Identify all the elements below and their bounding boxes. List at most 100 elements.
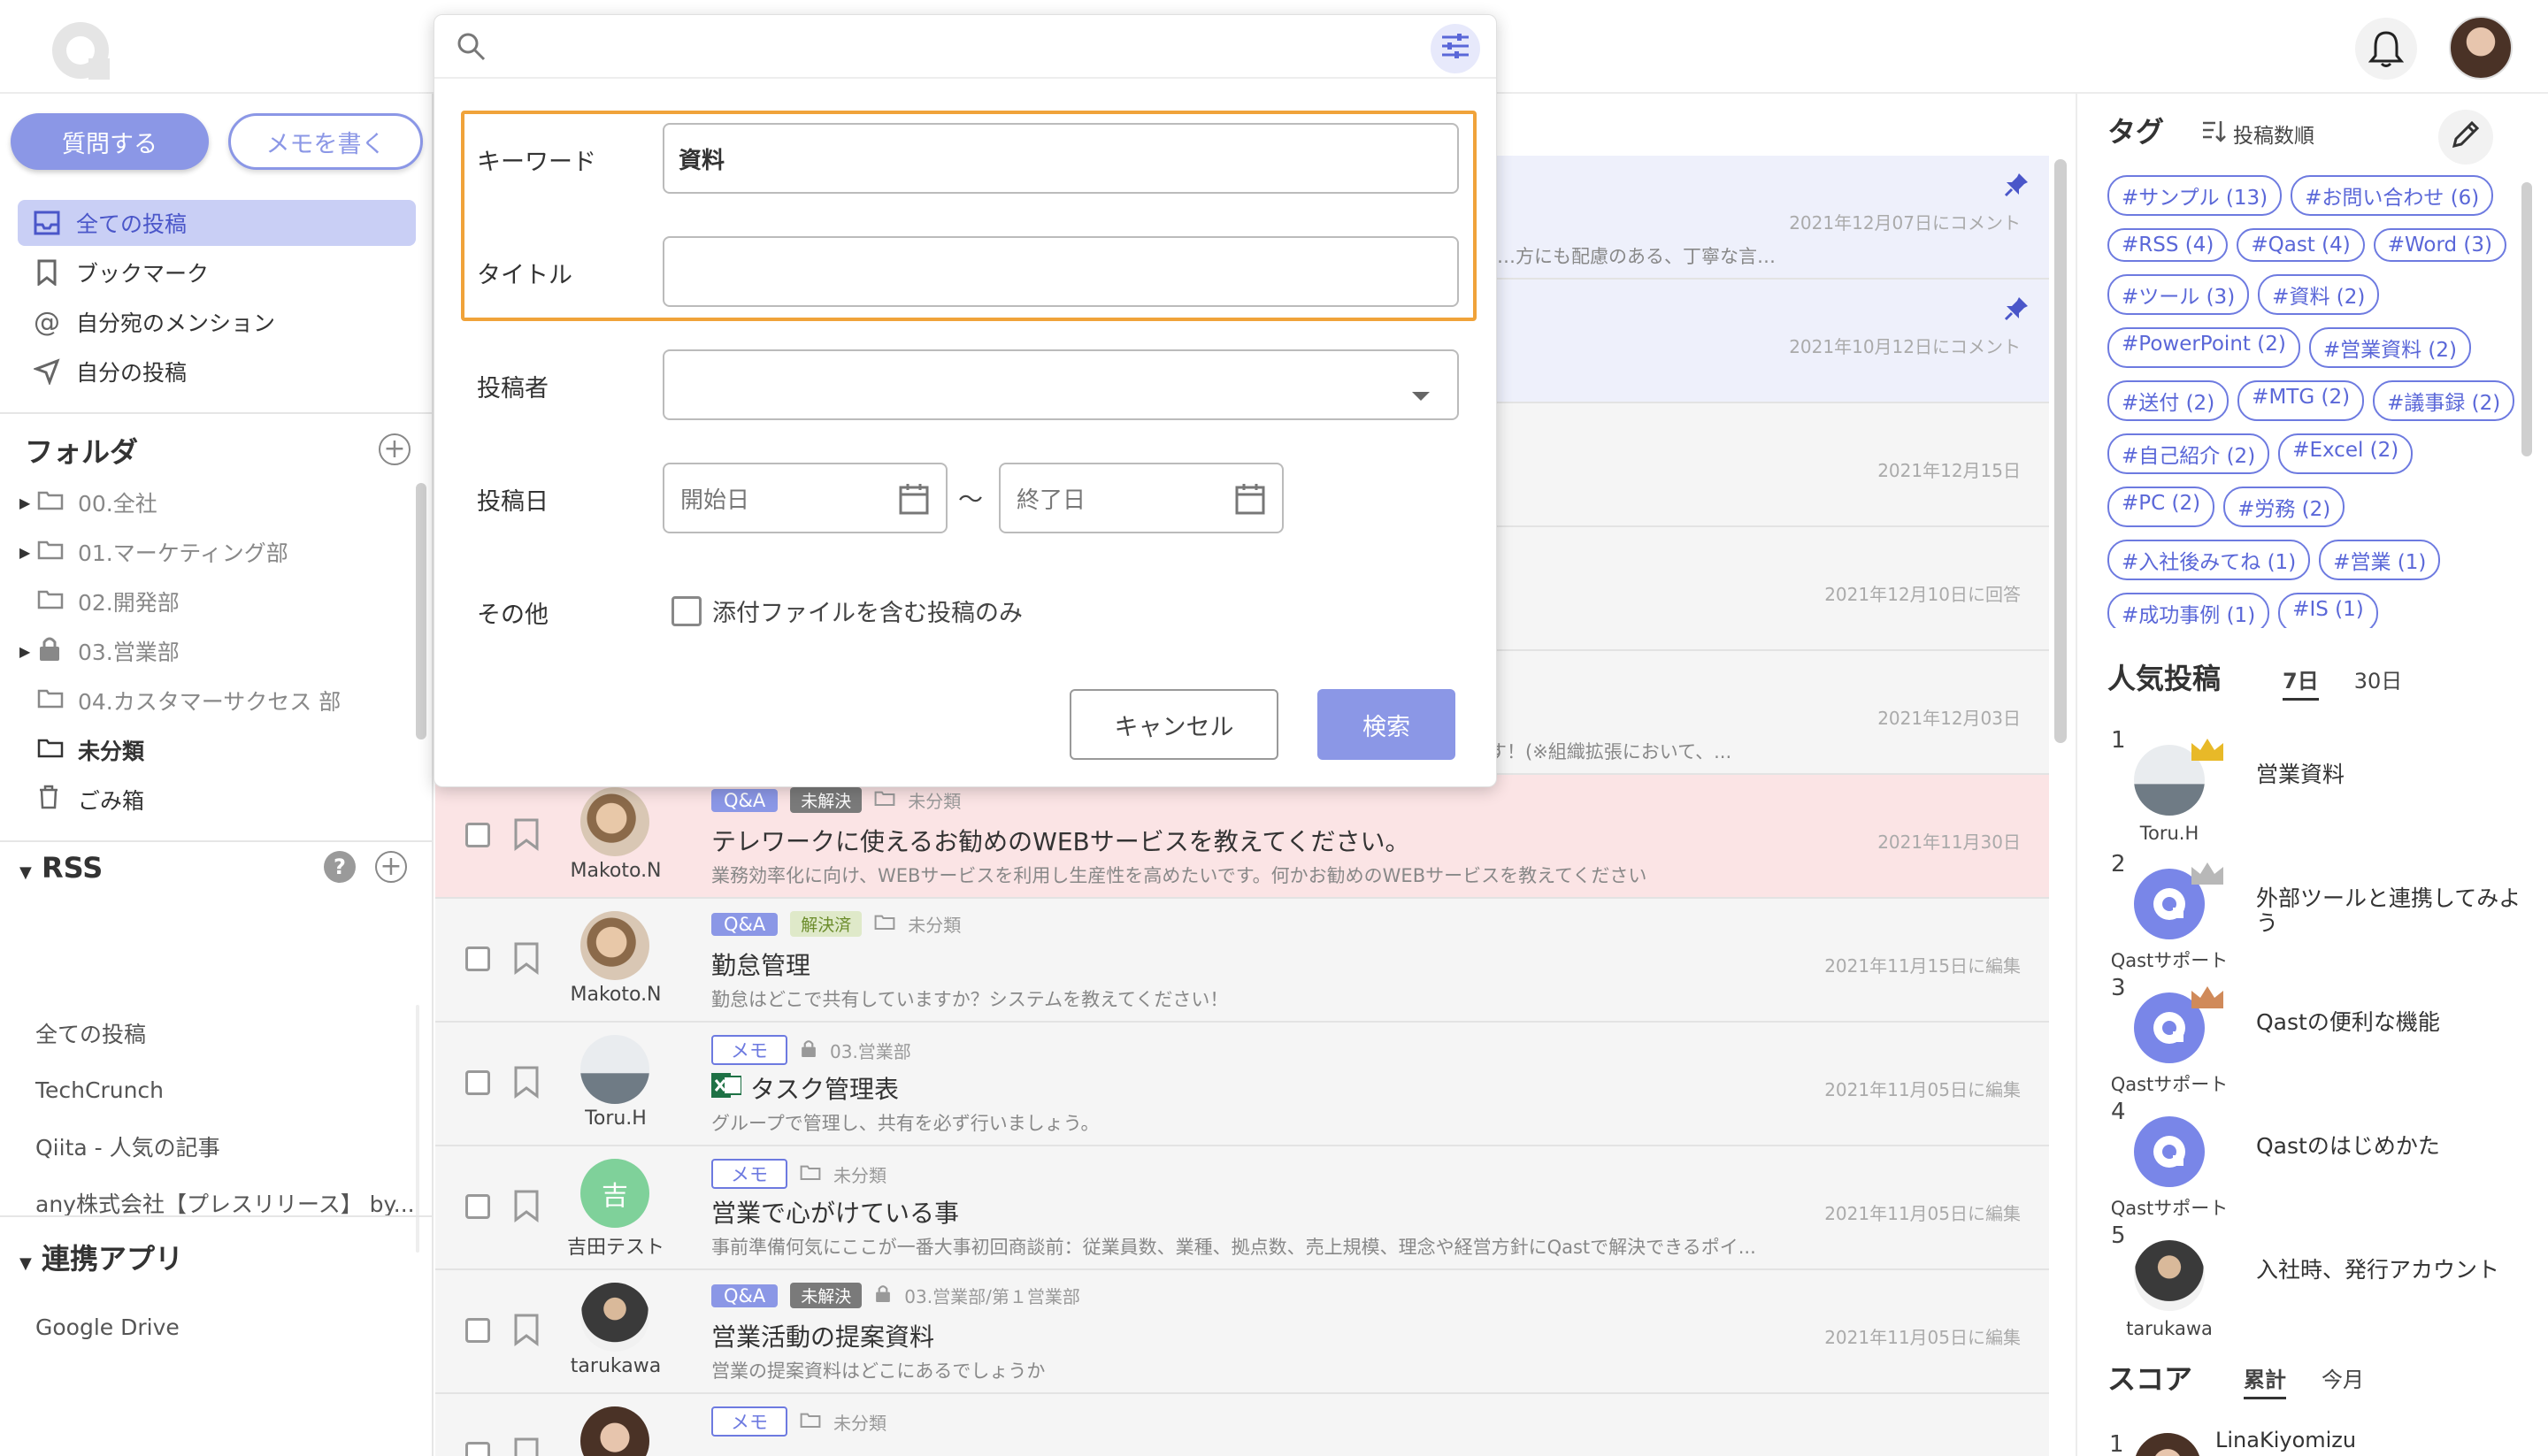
bookmark-icon[interactable] (513, 1065, 540, 1105)
tag-scrollbar[interactable] (2521, 182, 2532, 456)
search-input[interactable] (505, 26, 1390, 68)
tab-this-month[interactable]: 今月 (2322, 1362, 2364, 1399)
checkbox-box[interactable] (672, 595, 702, 626)
folder-item[interactable]: ▶ 01.マーケティング部 (0, 527, 434, 577)
rss-item[interactable]: TechCrunch (35, 1061, 415, 1118)
end-date-input[interactable]: 終了日 (999, 463, 1284, 533)
post-row[interactable]: tarukawa Q&A 未解決 03.営業部/第１営業部 営業活動の提案資料 … (435, 1270, 2049, 1394)
select-checkbox[interactable] (465, 1442, 490, 1456)
tag-chip[interactable]: #営業 (1) (2319, 540, 2441, 580)
popular-item[interactable]: 5 tarukawa 入社時、発行アカウント (2107, 1222, 2523, 1346)
bookmark-icon[interactable] (513, 1437, 540, 1456)
folder-item[interactable]: ▶ 03.営業部 (0, 626, 434, 676)
popular-item[interactable]: 3 Qastサポート Qastの便利な機能 (2107, 975, 2523, 1099)
folder-item[interactable]: ▶ 00.全社 (0, 478, 434, 527)
filter-toggle-button[interactable] (1431, 24, 1480, 73)
pin-icon[interactable] (2003, 172, 2030, 204)
popular-item[interactable]: 2 Qastサポート 外部ツールと連携してみよう (2107, 851, 2523, 975)
list-scrollbar[interactable] (2054, 159, 2067, 743)
help-icon[interactable]: ? (324, 851, 356, 883)
cancel-button[interactable]: キャンセル (1070, 689, 1278, 760)
rss-heading[interactable]: ▼ RSS (19, 851, 103, 885)
avatar[interactable] (580, 1283, 649, 1352)
post-author[interactable]: Makoto.N (547, 984, 685, 1006)
post-title[interactable]: 勤怠管理 (711, 946, 810, 982)
tag-chip[interactable]: #ツール (3) (2107, 274, 2250, 315)
sidebar-item-mentions[interactable]: @ 自分宛のメンション (18, 299, 416, 345)
tag-chip[interactable]: #RSS (4) (2107, 228, 2229, 262)
add-rss-icon[interactable]: + (375, 851, 407, 883)
folder-uncategorized[interactable]: 未分類 (0, 725, 434, 775)
folder-trash[interactable]: ごみ箱 (0, 775, 434, 824)
bookmark-icon[interactable] (513, 941, 540, 981)
avatar[interactable] (580, 911, 649, 980)
calendar-icon[interactable] (898, 482, 930, 522)
pin-icon[interactable] (2003, 295, 2030, 328)
app-item-google-drive[interactable]: Google Drive (35, 1299, 180, 1355)
sidebar-item-bookmarks[interactable]: ブックマーク (18, 249, 416, 295)
bookmark-icon[interactable] (513, 817, 540, 857)
post-row[interactable]: 吉 吉田テスト メモ 未分類 営業で心がけている事 事前準備何気にここが一番大事… (435, 1146, 2049, 1270)
score-user-name[interactable]: LinaKiyomizu (2215, 1428, 2356, 1452)
tag-chip[interactable]: #入社後みてね (1) (2107, 540, 2311, 580)
keyword-input[interactable]: 資料 (663, 123, 1459, 194)
tag-chip[interactable]: #MTG (2) (2237, 380, 2365, 421)
post-title[interactable]: 営業で心がけている事 (711, 1194, 959, 1230)
tag-chip[interactable]: #お問い合わせ (6) (2291, 175, 2494, 216)
tab-7days[interactable]: 7日 (2283, 663, 2319, 701)
tag-chip[interactable]: #労務 (2) (2223, 487, 2345, 527)
tag-chip[interactable]: #PC (2) (2107, 487, 2215, 527)
tab-30days[interactable]: 30日 (2354, 663, 2403, 701)
tag-chip[interactable]: #Excel (2) (2278, 433, 2414, 474)
post-author[interactable]: 吉田テスト (547, 1231, 685, 1260)
avatar[interactable] (580, 787, 649, 856)
tag-chip[interactable]: #Qast (4) (2237, 228, 2365, 262)
rss-item[interactable]: Qiita - 人気の記事 (35, 1118, 415, 1175)
tag-chip[interactable]: #資料 (2) (2258, 274, 2380, 315)
avatar[interactable] (580, 1035, 649, 1104)
qast-logo[interactable] (46, 16, 115, 85)
post-row[interactable]: Makoto.N Q&A 未解決 未分類 テレワークに使えるお勧めのWEBサービ… (435, 775, 2049, 899)
popular-item[interactable]: 4 Qastサポート Qastのはじめかた (2107, 1099, 2523, 1222)
sidebar-item-my-posts[interactable]: 自分の投稿 (18, 349, 416, 395)
select-checkbox[interactable] (465, 823, 490, 847)
caret-right-icon[interactable]: ▶ (19, 494, 37, 511)
folder-item[interactable]: 04.カスタマーサクセス 部 (0, 676, 434, 725)
post-row[interactable]: Toru.H メモ 03.営業部 タスク管理表 グループで管理し、共有を必ず行い… (435, 1023, 2049, 1146)
tag-chip[interactable]: #自己紹介 (2) (2107, 433, 2270, 474)
start-date-input[interactable]: 開始日 (663, 463, 948, 533)
select-checkbox[interactable] (465, 1318, 490, 1343)
folder-item[interactable]: 02.開発部 (0, 577, 434, 626)
tag-chip[interactable]: #議事録 (2) (2373, 380, 2515, 421)
avatar[interactable]: 吉 (580, 1159, 649, 1228)
post-row[interactable]: Makoto.N Q&A 解決済 未分類 勤怠管理 勤怠はどこで共有していますか… (435, 899, 2049, 1023)
tag-chip[interactable]: #サンプル (13) (2107, 175, 2283, 216)
add-folder-icon[interactable]: + (379, 433, 411, 465)
post-title[interactable]: 営業活動の提案資料 (711, 1318, 934, 1353)
tag-sort-toggle[interactable]: 投稿数順 (2201, 119, 2314, 149)
select-checkbox[interactable] (465, 1194, 490, 1219)
apps-heading[interactable]: ▼ 連携アプリ (19, 1237, 183, 1277)
bell-icon[interactable] (2355, 18, 2417, 80)
tag-chip[interactable]: #Word (3) (2373, 228, 2506, 262)
select-checkbox[interactable] (465, 946, 490, 971)
select-checkbox[interactable] (465, 1070, 490, 1095)
avatar[interactable] (580, 1406, 649, 1456)
user-avatar[interactable] (2449, 16, 2513, 80)
caret-right-icon[interactable]: ▶ (19, 643, 37, 660)
bookmark-icon[interactable] (513, 1313, 540, 1353)
calendar-icon[interactable] (1234, 482, 1266, 522)
tab-total[interactable]: 累計 (2244, 1362, 2286, 1399)
caret-right-icon[interactable]: ▶ (19, 544, 37, 561)
post-author[interactable]: Toru.H (547, 1107, 685, 1130)
edit-tags-button[interactable] (2438, 110, 2493, 165)
rss-item[interactable]: any株式会社【プレスリリース】 by... (35, 1175, 415, 1231)
bookmark-icon[interactable] (513, 1189, 540, 1229)
author-select[interactable] (663, 349, 1459, 420)
tag-chip[interactable]: #成功事例 (1) (2107, 593, 2270, 628)
avatar[interactable] (2134, 1433, 2201, 1456)
title-input[interactable] (663, 236, 1459, 307)
popular-item[interactable]: 1 Toru.H 営業資料 (2107, 727, 2523, 851)
write-memo-button[interactable]: メモを書く (228, 113, 423, 170)
search-button[interactable]: 検索 (1317, 689, 1455, 760)
